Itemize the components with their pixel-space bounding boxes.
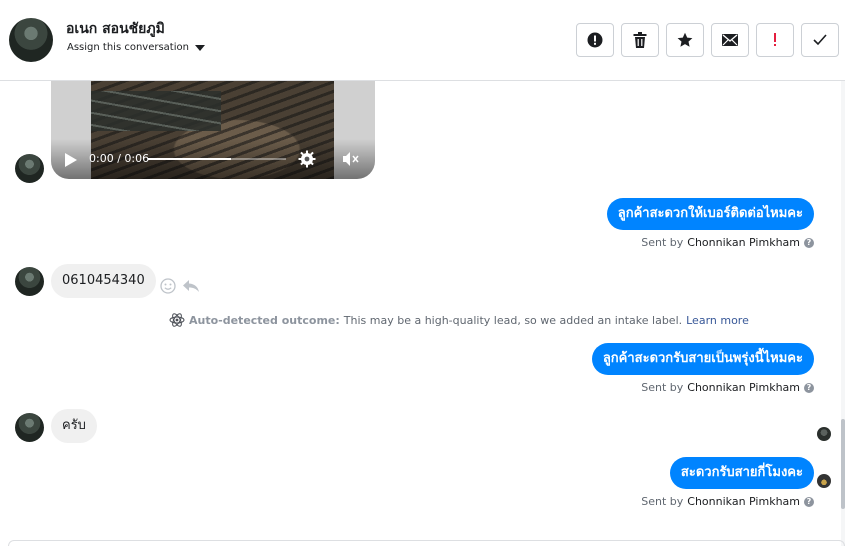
incoming-message[interactable]: ครับ <box>51 409 97 443</box>
mark-done-button[interactable] <box>801 23 839 57</box>
learn-more-link[interactable]: Learn more <box>686 314 749 327</box>
auto-detected-outcome: Auto-detected outcome: This may be a hig… <box>169 312 749 328</box>
exclamation-icon <box>774 33 776 46</box>
trash-icon <box>633 32 647 48</box>
help-icon[interactable]: ? <box>804 237 814 248</box>
caret-down-icon <box>194 44 205 51</box>
check-icon <box>813 34 827 46</box>
message-actions <box>160 278 200 294</box>
assign-label: Assign this conversation <box>67 42 189 53</box>
read-receipt-avatar <box>817 474 831 488</box>
sent-by-prefix: Sent by <box>641 381 684 394</box>
contact-name[interactable]: อเนก สอนชัยภูมิ <box>66 18 165 40</box>
sent-by-prefix: Sent by <box>641 495 684 508</box>
sender-name: Chonnikan Pimkham <box>687 236 800 249</box>
message-composer[interactable] <box>8 540 845 546</box>
incoming-message[interactable]: 0610454340 <box>51 264 156 298</box>
message-thread[interactable]: 0:00 / 0:06 ลูกค้าสะดวกให้เบอร์ติดต่อไหม… <box>0 81 845 546</box>
star-button[interactable] <box>666 23 704 57</box>
sender-name: Chonnikan Pimkham <box>687 381 800 394</box>
mute-icon[interactable] <box>342 151 360 167</box>
gear-icon[interactable] <box>298 150 316 168</box>
help-icon[interactable]: ? <box>804 382 814 393</box>
assign-conversation-dropdown[interactable]: Assign this conversation <box>67 42 205 53</box>
thread-scrollbar[interactable] <box>841 81 845 546</box>
contact-avatar[interactable] <box>9 18 53 62</box>
help-icon[interactable]: ? <box>804 496 814 507</box>
outcome-text: This may be a high-quality lead, so we a… <box>343 313 683 327</box>
envelope-icon <box>722 34 738 46</box>
video-progress-bar[interactable] <box>148 158 286 160</box>
outgoing-message[interactable]: สะดวกรับสายกี่โมงคะ <box>669 457 814 489</box>
mark-unread-button[interactable] <box>711 23 749 57</box>
reply-icon[interactable] <box>182 278 200 294</box>
contact-avatar-small <box>15 154 44 183</box>
conversation-header: อเนก สอนชัยภูมิ Assign this conversation <box>0 0 845 81</box>
sent-by-prefix: Sent by <box>641 236 684 249</box>
follow-up-button[interactable] <box>756 23 794 57</box>
sent-by-label: Sent by Chonnikan Pimkham ? <box>641 381 814 394</box>
conversation-toolbar <box>576 23 839 57</box>
outgoing-message[interactable]: ลูกค้าสะดวกรับสายเป็นพรุ่งนี้ไหมคะ <box>591 343 814 375</box>
atom-icon <box>169 313 185 327</box>
report-spam-button[interactable] <box>576 23 614 57</box>
video-time: 0:00 / 0:06 <box>89 152 150 165</box>
sender-name: Chonnikan Pimkham <box>687 495 800 508</box>
smiley-icon[interactable] <box>160 278 176 294</box>
alert-circle-icon <box>587 32 603 48</box>
read-receipt-avatar <box>817 427 831 441</box>
contact-avatar-small <box>15 267 44 296</box>
sent-by-label: Sent by Chonnikan Pimkham ? <box>641 495 814 508</box>
play-icon[interactable] <box>65 153 77 167</box>
outcome-label: Auto-detected outcome: <box>189 313 340 327</box>
contact-avatar-small <box>15 413 44 442</box>
scrollbar-thumb[interactable] <box>841 419 845 509</box>
outgoing-message[interactable]: ลูกค้าสะดวกให้เบอร์ติดต่อไหมคะ <box>606 198 814 230</box>
video-attachment[interactable]: 0:00 / 0:06 <box>51 81 375 179</box>
star-icon <box>677 32 693 47</box>
sent-by-label: Sent by Chonnikan Pimkham ? <box>641 236 814 249</box>
delete-button[interactable] <box>621 23 659 57</box>
